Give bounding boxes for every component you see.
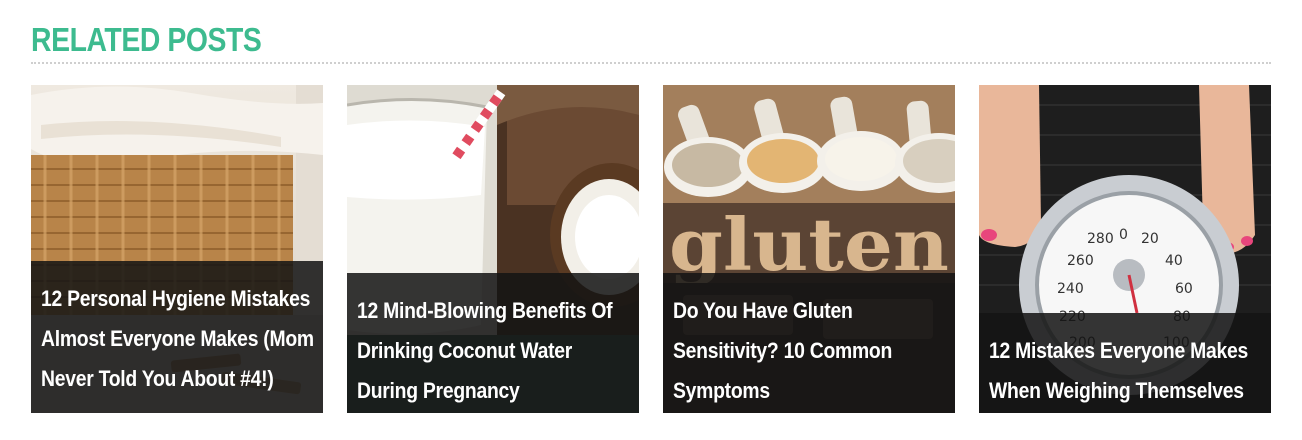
post-title[interactable]: 12 Mistakes Everyone Makes When Weighing…: [989, 331, 1269, 411]
section-divider: [31, 62, 1271, 64]
svg-text:40: 40: [1165, 253, 1183, 269]
related-post-card[interactable]: 0 280 20 260 40 240 60 220 80 200 100 12…: [979, 85, 1271, 413]
related-post-card[interactable]: 12 Personal Hygiene Mistakes Almost Ever…: [31, 85, 323, 413]
related-posts-grid: 12 Personal Hygiene Mistakes Almost Ever…: [31, 85, 1271, 413]
post-caption: 12 Mistakes Everyone Makes When Weighing…: [979, 313, 1271, 413]
svg-text:60: 60: [1175, 281, 1193, 297]
svg-text:240: 240: [1057, 281, 1084, 297]
svg-text:260: 260: [1067, 253, 1094, 269]
svg-text:20: 20: [1141, 231, 1159, 247]
svg-text:0: 0: [1119, 227, 1128, 243]
related-post-card[interactable]: gluten Do You Have Gluten Sensitivity? 1…: [663, 85, 955, 413]
section-title: RELATED POSTS: [31, 21, 262, 58]
post-title[interactable]: 12 Mind-Blowing Benefits Of Drinking Coc…: [357, 291, 637, 411]
post-title[interactable]: Do You Have Gluten Sensitivity? 10 Commo…: [673, 291, 953, 411]
post-caption: 12 Personal Hygiene Mistakes Almost Ever…: [31, 261, 323, 413]
post-caption: Do You Have Gluten Sensitivity? 10 Commo…: [663, 273, 955, 413]
post-title[interactable]: 12 Personal Hygiene Mistakes Almost Ever…: [41, 279, 321, 399]
svg-text:280: 280: [1087, 231, 1114, 247]
post-caption: 12 Mind-Blowing Benefits Of Drinking Coc…: [347, 273, 639, 413]
related-post-card[interactable]: 12 Mind-Blowing Benefits Of Drinking Coc…: [347, 85, 639, 413]
